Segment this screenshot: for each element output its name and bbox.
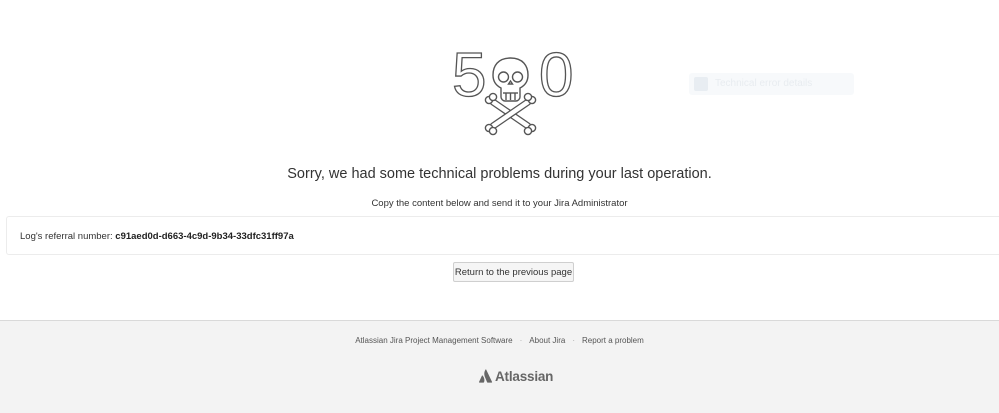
atlassian-logo[interactable]: Atlassian xyxy=(478,367,553,385)
error-500-skull-graphic: 5 0 xyxy=(451,44,574,136)
error-page: 5 0 Technical error details Sorry, we ha… xyxy=(0,0,999,413)
error-instruction: Copy the content below and send it to yo… xyxy=(371,198,628,209)
skull-icon xyxy=(492,57,529,102)
atlassian-logo-text: Atlassian xyxy=(495,368,554,384)
footer-link-jira-software[interactable]: Atlassian Jira Project Management Softwa… xyxy=(355,336,512,345)
atlassian-mark-icon xyxy=(478,369,493,383)
footer-link-about-jira[interactable]: About Jira xyxy=(529,336,565,345)
technical-details-hint: Technical error details xyxy=(689,73,854,95)
footer-links: Atlassian Jira Project Management Softwa… xyxy=(0,336,999,345)
error-headline: Sorry, we had some technical problems du… xyxy=(287,166,712,182)
error-code-digit-five: 5 xyxy=(452,44,486,110)
log-referral-label: Log's referral number: xyxy=(20,231,113,242)
log-referral-box: Log's referral number: c91aed0d-d663-4c9… xyxy=(6,216,999,255)
log-referral-number: c91aed0d-d663-4c9d-9b34-33dfc31ff97a xyxy=(115,231,294,242)
error-code-digit-zero: 0 xyxy=(539,44,573,110)
footer-separator: · xyxy=(572,336,575,345)
footer-separator: · xyxy=(519,336,523,345)
return-to-previous-page-button[interactable]: Return to the previous page xyxy=(453,262,574,282)
info-icon xyxy=(694,77,708,91)
footer-link-report-problem[interactable]: Report a problem xyxy=(582,336,644,345)
footer: Atlassian Jira Project Management Softwa… xyxy=(0,320,999,413)
hint-text: Technical error details xyxy=(715,78,813,89)
log-referral-line: Log's referral number: c91aed0d-d663-4c9… xyxy=(20,231,294,242)
